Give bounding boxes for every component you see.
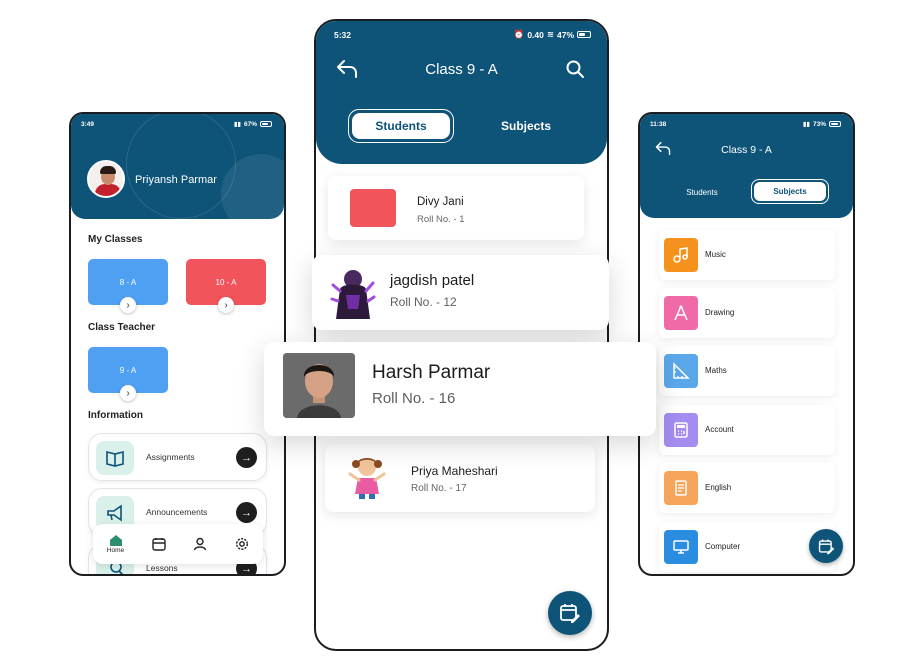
wifi-icon: ≋ xyxy=(546,29,554,39)
class-tile-8a[interactable]: 8 - A › xyxy=(88,259,168,313)
compass-icon xyxy=(664,296,698,330)
ruler-triangle-icon xyxy=(664,354,698,388)
nav-profile[interactable] xyxy=(193,537,207,551)
calendar-edit-button[interactable] xyxy=(548,591,592,635)
avatar[interactable] xyxy=(87,160,125,198)
subject-row-music[interactable]: Music xyxy=(659,230,835,280)
battery-icon xyxy=(260,121,272,127)
class-tile-9a[interactable]: 9 - A › xyxy=(88,347,168,401)
student-card-priya[interactable]: Priya Maheshari Roll No. - 17 xyxy=(325,444,595,512)
battery-percent: 67% xyxy=(243,120,257,128)
status-time: 5:32 xyxy=(334,29,352,40)
user-icon xyxy=(194,537,207,551)
chevron-right-icon[interactable]: › xyxy=(218,297,234,313)
page-title: Class 9 - A xyxy=(425,61,498,78)
phone-dashboard: 3:49 ▮▮ 67% Priyansh Parmar My Classes 8… xyxy=(69,112,286,576)
calendar-edit-icon xyxy=(560,604,580,623)
nav-home[interactable]: Home xyxy=(107,534,124,554)
calendar-edit-button[interactable] xyxy=(809,529,843,563)
status-bar: 5:32 ⏰ 0.40 ≋ 47% xyxy=(334,29,591,40)
nav-settings[interactable] xyxy=(235,537,249,551)
subject-row-drawing[interactable]: Drawing xyxy=(659,288,835,338)
battery-icon xyxy=(829,121,841,127)
student-card-divy[interactable]: Divy Jani Roll No. - 1 xyxy=(328,176,584,240)
battery-percent: 47% xyxy=(556,29,574,40)
tab-subjects[interactable]: Subjects xyxy=(481,109,571,143)
monitor-icon xyxy=(664,530,698,564)
subject-row-account[interactable]: Account xyxy=(659,405,835,455)
music-icon xyxy=(664,238,698,272)
alarm-icon: ⏰ xyxy=(513,29,525,39)
calendar-icon xyxy=(152,538,166,551)
student-avatar xyxy=(345,454,389,500)
page-title: Class 9 - A xyxy=(721,144,772,156)
arrow-right-icon[interactable]: → xyxy=(236,447,257,468)
document-icon xyxy=(664,471,698,505)
calculator-icon xyxy=(664,413,698,447)
subject-row-english[interactable]: English xyxy=(659,463,835,513)
calendar-edit-icon xyxy=(818,539,834,554)
network-speed: 0.40 xyxy=(527,29,544,40)
nav-calendar[interactable] xyxy=(152,537,166,551)
student-avatar xyxy=(328,265,378,319)
gear-icon xyxy=(236,537,249,551)
signal-icon: ▮▮ xyxy=(233,121,241,128)
tab-subjects[interactable]: Subjects xyxy=(751,179,829,204)
phone-subjects: 11:38 ▮▮ 73% Class 9 - A Students Subjec… xyxy=(638,112,855,576)
subject-row-maths[interactable]: Maths xyxy=(659,346,835,396)
information-heading: Information xyxy=(88,410,143,421)
tab-students[interactable]: Students xyxy=(348,109,454,143)
app-showcase: 3:49 ▮▮ 67% Priyansh Parmar My Classes 8… xyxy=(0,0,924,670)
phone-students: 5:32 ⏰ 0.40 ≋ 47% Class 9 - A Students S… xyxy=(314,19,609,651)
status-time: 11:38 xyxy=(650,120,667,128)
signal-icon: ▮▮ xyxy=(802,121,810,128)
class-teacher-heading: Class Teacher xyxy=(88,322,156,333)
student-card-jagdish[interactable]: jagdish patel Roll No. - 12 xyxy=(312,255,609,330)
students-header: 5:32 ⏰ 0.40 ≋ 47% Class 9 - A Students S… xyxy=(316,21,607,164)
status-bar: 3:49 ▮▮ 67% xyxy=(81,120,272,128)
tab-students[interactable]: Students xyxy=(670,181,734,203)
battery-percent: 73% xyxy=(812,120,826,128)
status-bar: 11:38 ▮▮ 73% xyxy=(650,120,841,128)
arrow-right-icon[interactable]: → xyxy=(236,502,257,523)
chevron-right-icon[interactable]: › xyxy=(120,297,136,313)
book-icon xyxy=(96,441,134,475)
student-avatar xyxy=(283,353,355,418)
home-icon xyxy=(109,535,122,546)
student-card-harsh[interactable]: Harsh Parmar Roll No. - 16 xyxy=(264,342,656,436)
subjects-header: 11:38 ▮▮ 73% Class 9 - A Students Subjec… xyxy=(640,114,853,218)
bottom-nav: Home xyxy=(93,524,263,564)
my-classes-heading: My Classes xyxy=(88,234,143,245)
dashboard-header: 3:49 ▮▮ 67% Priyansh Parmar xyxy=(71,114,284,219)
status-time: 3:49 xyxy=(81,120,95,128)
student-avatar xyxy=(350,189,396,227)
class-tile-10a[interactable]: 10 - A › xyxy=(186,259,266,313)
search-icon[interactable] xyxy=(565,59,585,84)
profile-name: Priyansh Parmar xyxy=(135,174,217,186)
info-item-assignments[interactable]: Assignments → xyxy=(88,433,267,481)
battery-icon xyxy=(577,31,591,38)
chevron-right-icon[interactable]: › xyxy=(120,385,136,401)
